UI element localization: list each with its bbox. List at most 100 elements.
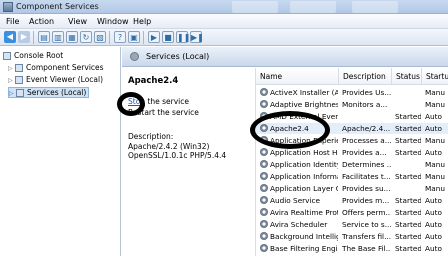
back-button[interactable]: ◀ xyxy=(4,31,16,43)
service-startup-type-cell: Manu xyxy=(425,88,446,97)
service-description-cell: Service to s... xyxy=(342,220,391,229)
service-startup-type-cell: Auto xyxy=(425,124,442,133)
service-name-text: Audio Service xyxy=(270,196,321,205)
service-description-cell: Apache/2.4.... xyxy=(342,124,391,133)
service-gear-icon xyxy=(260,88,268,96)
menu-window[interactable]: Window xyxy=(97,17,129,26)
arrow-right-icon: ▶ xyxy=(20,32,28,41)
title-bar[interactable]: Component Services xyxy=(0,0,448,14)
service-description-cell: Provides Us... xyxy=(342,88,391,97)
refresh-icon: ↻ xyxy=(82,33,90,42)
stop-icon: ■ xyxy=(164,33,172,42)
service-status-cell: Started xyxy=(395,244,421,253)
table-row[interactable]: Application Identity Determines ... Manu xyxy=(256,159,448,170)
stop-service-button[interactable]: ■ xyxy=(162,31,174,43)
service-startup-type-cell: Manu xyxy=(425,172,446,181)
show-hide-tree-button[interactable]: ▥ xyxy=(52,31,64,43)
arrow-left-icon: ◀ xyxy=(6,32,14,41)
column-header-status[interactable]: Status xyxy=(392,68,422,85)
service-status-cell: Started xyxy=(395,172,421,181)
refresh-button[interactable]: ↻ xyxy=(80,31,92,43)
column-header-startup-type[interactable]: Startup Type xyxy=(422,68,448,85)
service-description-cell: Provides a... xyxy=(342,148,387,157)
toolbar-separator xyxy=(109,31,110,44)
table-row[interactable]: ActiveX Installer (AxInstSV) Provides Us.… xyxy=(256,87,448,98)
up-one-level-button[interactable]: ▤ xyxy=(38,31,50,43)
table-row[interactable]: Background Intelligent Transfer Transfers… xyxy=(256,231,448,242)
toolbar: ◀ ▶ ▤ ▥ ▦ ↻ ▧ ? ▣ ▶ ■ ❚❚ ▶❚ xyxy=(0,29,448,46)
folder-up-icon: ▤ xyxy=(40,33,48,42)
table-row[interactable]: Avira Realtime Protection Offers perm... S… xyxy=(256,207,448,218)
service-status-cell xyxy=(392,183,421,194)
service-name-cell: Application Information xyxy=(256,171,338,182)
toolbar-separator xyxy=(33,31,34,44)
table-row[interactable]: Avira Scheduler Service to s... Started Aut… xyxy=(256,219,448,230)
service-name-text: Avira Scheduler xyxy=(270,220,328,229)
pause-service-button[interactable]: ❚❚ xyxy=(176,31,191,43)
restart-service-button[interactable]: ▶❚ xyxy=(190,31,204,43)
table-row[interactable]: Base Filtering Engine The Base Fil... Star… xyxy=(256,243,448,254)
table-row[interactable]: Audio Service Provides m... Started Auto xyxy=(256,195,448,206)
description-heading: Description: xyxy=(128,132,174,141)
service-startup-type-cell: Auto xyxy=(425,148,442,157)
table-row[interactable]: Application Information Facilitates t... S… xyxy=(256,171,448,182)
expand-arrow-icon[interactable]: ▷ xyxy=(8,65,15,72)
column-header-description[interactable]: Description xyxy=(339,68,392,85)
tree-item-event-viewer[interactable]: ▷ Event Viewer (Local) xyxy=(8,75,103,86)
service-name-text: Base Filtering Engine xyxy=(270,244,338,253)
service-name-text: Avira Realtime Protection xyxy=(270,208,338,217)
start-service-button[interactable]: ▶ xyxy=(148,31,160,43)
service-status-cell xyxy=(392,87,421,98)
table-row[interactable]: Application Layer Gateway Provides su... M… xyxy=(256,183,448,194)
service-description-cell: Facilitates t... xyxy=(342,172,391,181)
component-services-app-icon xyxy=(3,2,13,12)
expand-arrow-icon[interactable]: ▷ xyxy=(8,77,15,84)
service-description-cell xyxy=(339,111,391,122)
menu-action[interactable]: Action xyxy=(29,17,54,26)
menu-help[interactable]: Help xyxy=(133,17,151,26)
forward-button[interactable]: ▶ xyxy=(18,31,30,43)
service-startup-type-cell: Manu xyxy=(425,160,446,169)
service-name-cell: Avira Scheduler xyxy=(256,219,338,230)
service-name-text: Application Identity xyxy=(270,160,338,169)
annotation-circle-stop-link xyxy=(117,92,145,116)
services-list: Name Description Status Startup Type Act… xyxy=(255,68,448,256)
service-description: Apache/2.4.2 (Win32) OpenSSL/1.0.1c PHP/… xyxy=(128,142,227,160)
service-description-cell: Processes a... xyxy=(342,136,391,145)
properties-icon: ▦ xyxy=(68,33,76,42)
console-view-button[interactable]: ▣ xyxy=(128,31,140,43)
column-header-name[interactable]: Name xyxy=(256,68,339,85)
service-status-cell: Started xyxy=(395,124,421,133)
services-pane-title: Services (Local) xyxy=(146,52,210,61)
service-status-cell xyxy=(392,159,421,170)
component-services-icon xyxy=(15,64,23,72)
service-name-cell: ActiveX Installer (AxInstSV) xyxy=(256,87,338,98)
menu-view[interactable]: View xyxy=(68,17,87,26)
service-name-text: Application Information xyxy=(270,172,338,181)
service-gear-icon xyxy=(260,232,268,240)
folder-icon xyxy=(3,52,11,60)
service-status-cell: Started xyxy=(395,232,421,241)
tree-item-component-services[interactable]: ▷ Component Services xyxy=(8,63,104,74)
service-startup-type-cell: Auto xyxy=(425,196,442,205)
table-row[interactable]: Adaptive Brightness Monitors a... Manu xyxy=(256,99,448,110)
help-button[interactable]: ? xyxy=(114,31,126,43)
tree-item-console-root[interactable]: Console Root xyxy=(3,51,63,62)
service-gear-icon xyxy=(260,184,268,192)
services-pane-header: Services (Local) xyxy=(122,47,448,67)
background-window-tab xyxy=(352,1,398,13)
tree-item-services-local[interactable]: ▷ Services (Local) xyxy=(8,87,90,98)
service-name-cell: Application Identity xyxy=(256,159,338,170)
menu-file[interactable]: File xyxy=(6,17,19,26)
service-description-cell: Monitors a... xyxy=(342,100,388,109)
expand-arrow-icon[interactable]: ▷ xyxy=(9,90,16,97)
services-gear-icon xyxy=(130,52,139,61)
properties-button[interactable]: ▦ xyxy=(66,31,78,43)
component-services-window: Component Services File Action View Wind… xyxy=(0,0,448,256)
service-startup-type-cell: Auto xyxy=(425,220,442,229)
service-startup-type-cell: Auto xyxy=(425,244,442,253)
service-description-cell: Provides m... xyxy=(342,196,390,205)
export-list-button[interactable]: ▧ xyxy=(94,31,106,43)
pause-icon: ❚❚ xyxy=(177,33,191,42)
console-tree-icon: ▥ xyxy=(54,33,62,42)
